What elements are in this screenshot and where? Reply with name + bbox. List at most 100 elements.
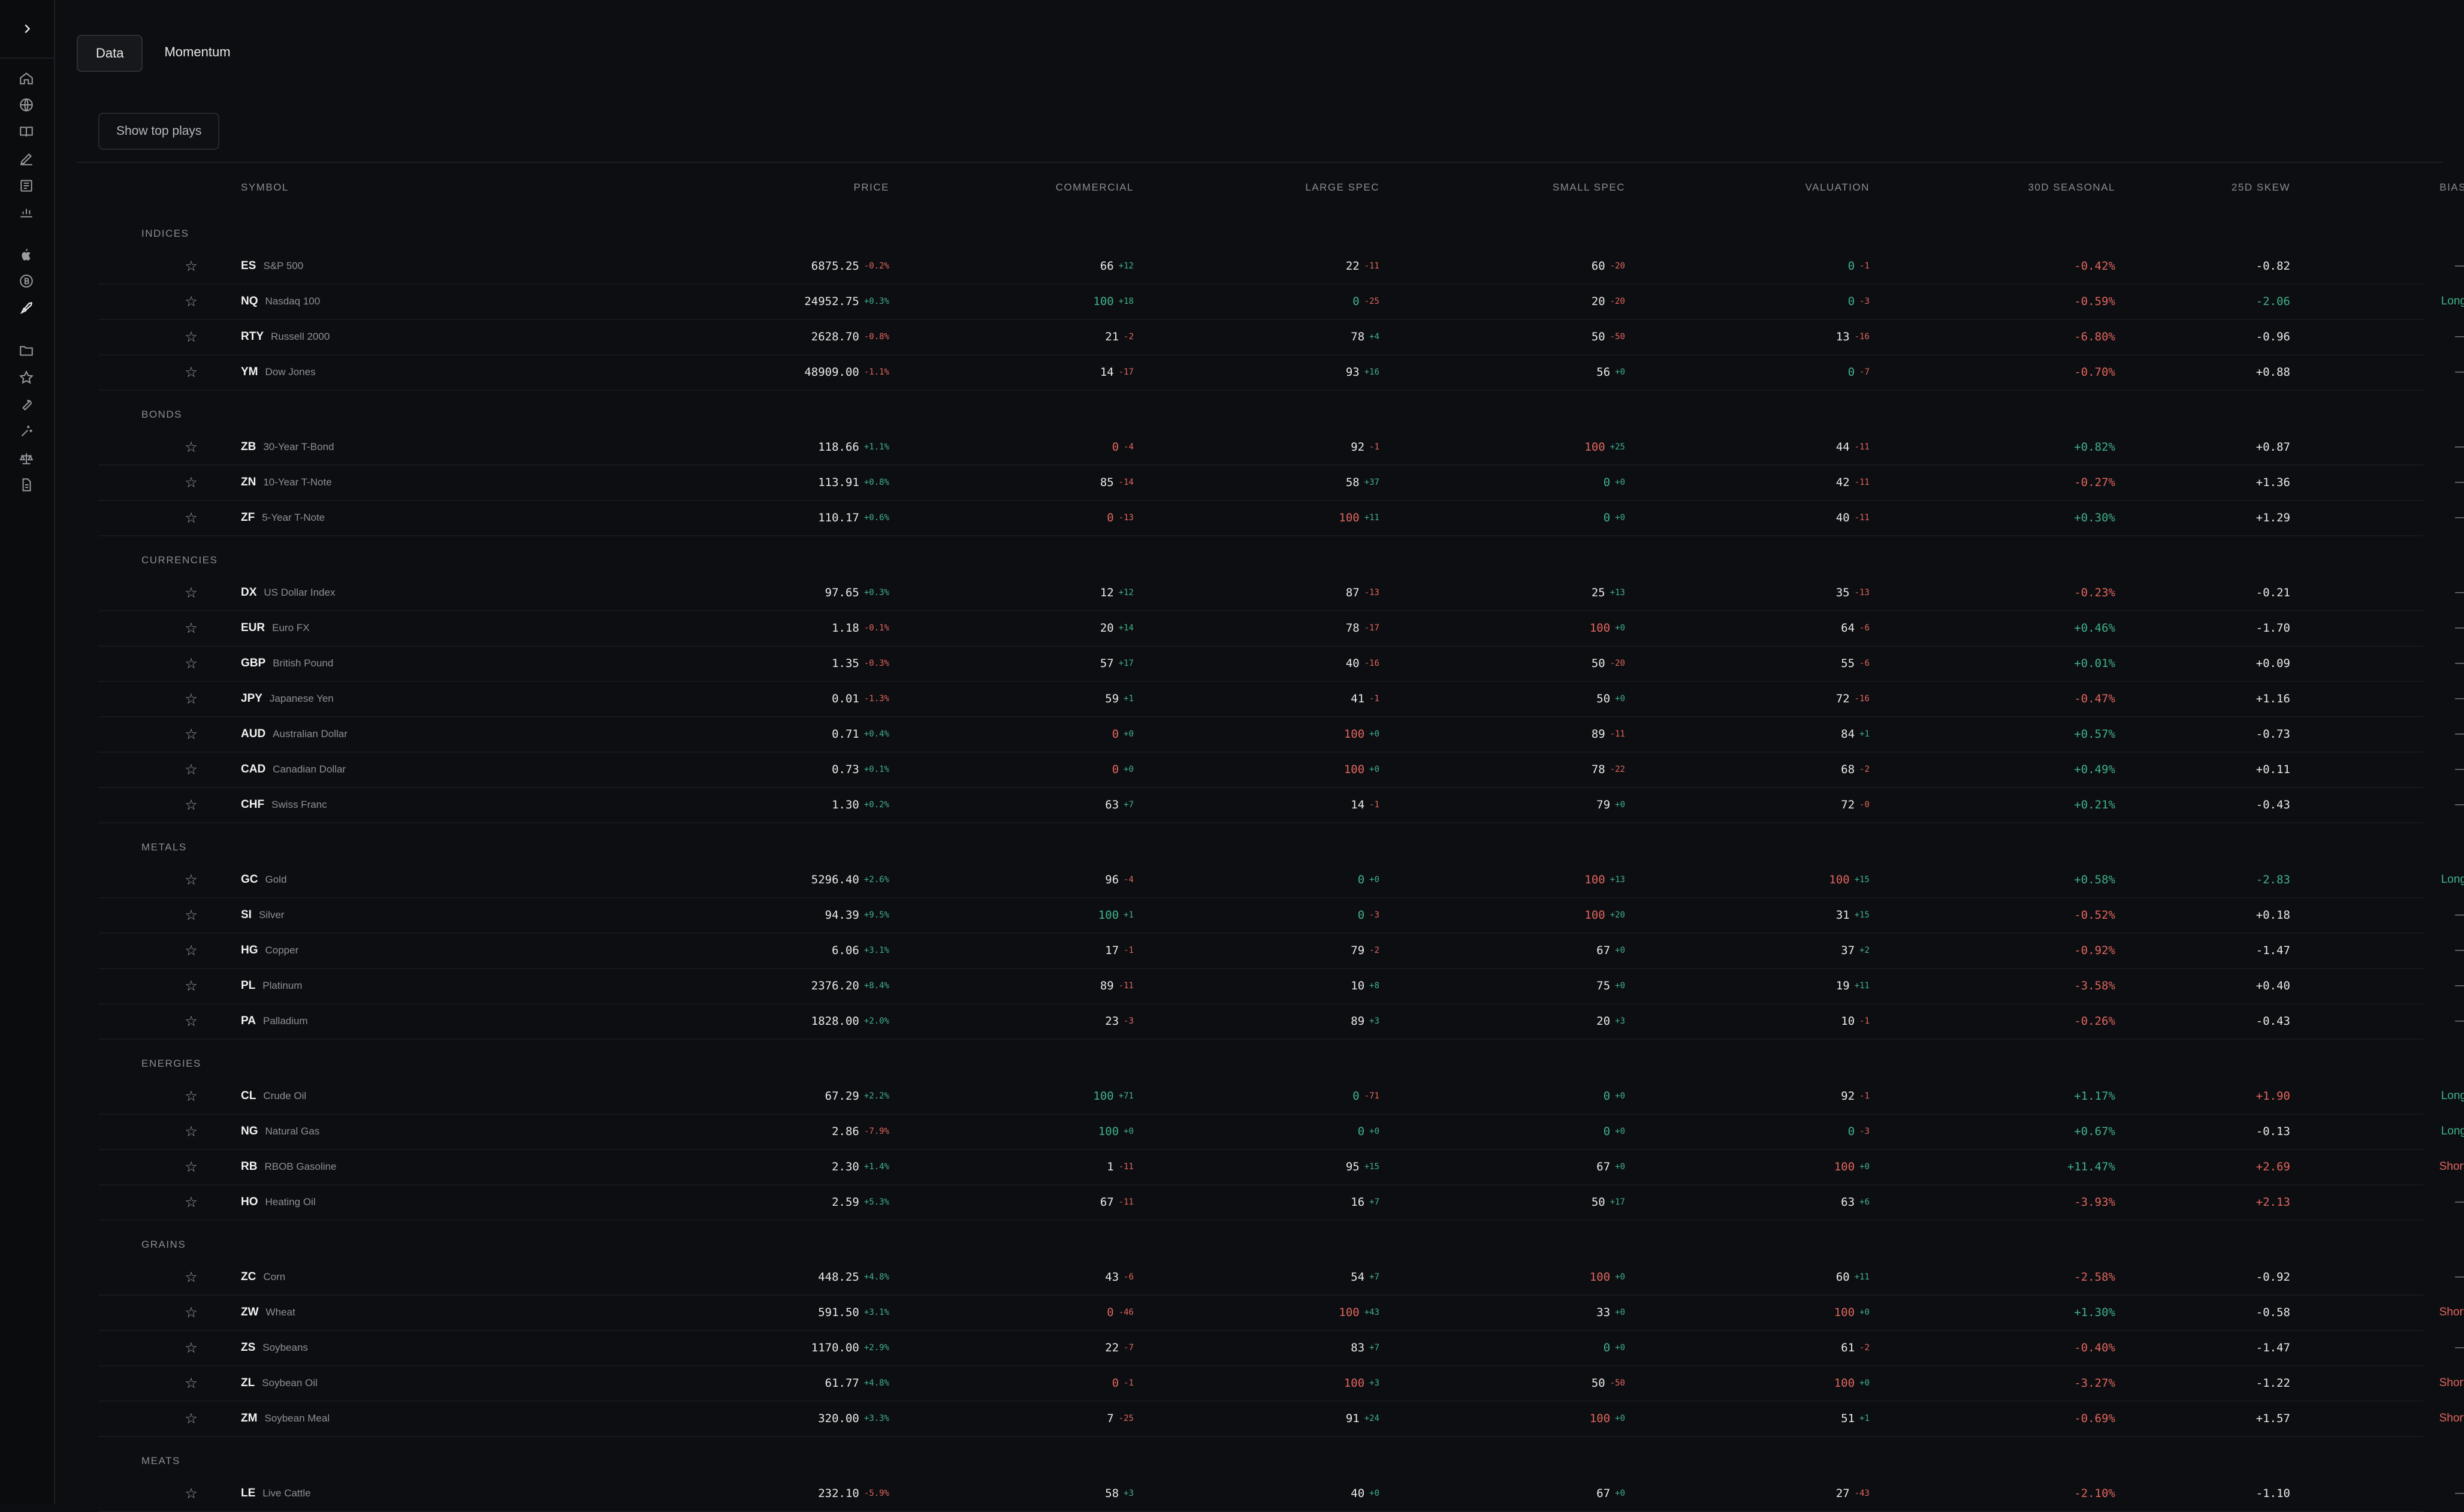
table-row[interactable]: ☆ EUR Euro FX 1.18 -0.1% 20 +14 78 -17 100 +0 64 -6 +… bbox=[98, 610, 2464, 647]
star-icon[interactable]: ☆ bbox=[182, 1078, 200, 1113]
skew-cell: +0.18 bbox=[2255, 908, 2290, 922]
pen-icon[interactable] bbox=[16, 149, 37, 169]
folder-icon[interactable] bbox=[16, 340, 37, 361]
tab-momentum[interactable]: Momentum bbox=[146, 35, 248, 70]
table-row[interactable]: ☆ ZL Soybean Oil 61.77 +4.8% 0 -1 100 +3 50 -50 100… bbox=[98, 1365, 2464, 1402]
table-row[interactable]: ☆ CHF Swiss Franc 1.30 +0.2% 63 +7 14 -1 79 +0 72 -0… bbox=[98, 787, 2464, 823]
tab-data[interactable]: Data bbox=[77, 35, 143, 72]
star-icon[interactable]: ☆ bbox=[182, 575, 200, 610]
star-icon[interactable]: ☆ bbox=[182, 1113, 200, 1149]
star-icon[interactable]: ☆ bbox=[182, 248, 200, 283]
star-icon[interactable]: ☆ bbox=[182, 897, 200, 932]
star-icon[interactable]: ☆ bbox=[182, 500, 200, 535]
star-icon[interactable]: ☆ bbox=[182, 1003, 200, 1039]
table-row[interactable]: ☆ PL Platinum 2376.20 +8.4% 89 -11 10 +8 75 +0 19 +1… bbox=[98, 968, 2464, 1004]
book-icon[interactable] bbox=[16, 122, 37, 142]
star-icon[interactable]: ☆ bbox=[182, 1475, 200, 1511]
seasonal-cell: -3.58% bbox=[2074, 979, 2115, 992]
star-icon[interactable]: ☆ bbox=[182, 1330, 200, 1365]
table-row[interactable]: ☆ PA Palladium 1828.00 +2.0% 23 -3 89 +3 20 +3 10 -1… bbox=[98, 1003, 2464, 1040]
table-row[interactable]: ☆ NQ Nasdaq 100 24952.75 +0.3% 100 +18 0 -25 20 -2… bbox=[98, 283, 2464, 320]
table-row[interactable]: ☆ ZN 10-Year T-Note 113.91 +0.8% 85 -14 58 +37 0 +… bbox=[98, 464, 2464, 501]
star-icon[interactable]: ☆ bbox=[182, 1294, 200, 1330]
column-header-skew[interactable]: 25D SKEW bbox=[2136, 179, 2290, 197]
apple-icon[interactable] bbox=[16, 245, 37, 265]
table-row[interactable]: ☆ DX US Dollar Index 97.65 +0.3% 12 +12 87 -13 25… bbox=[98, 575, 2464, 611]
table-row[interactable]: ☆ ZM Soybean Meal 320.00 +3.3% 7 -25 91 +24 100 +0… bbox=[98, 1401, 2464, 1437]
valuation-change: -11 bbox=[1854, 442, 1870, 452]
sparkles-icon[interactable] bbox=[16, 421, 37, 442]
star-icon[interactable]: ☆ bbox=[182, 283, 200, 319]
star-icon[interactable]: ☆ bbox=[182, 716, 200, 752]
large-spec-change: +0 bbox=[1369, 764, 1379, 774]
star-icon[interactable]: ☆ bbox=[182, 354, 200, 390]
table-row[interactable]: ☆ ZS Soybeans 1170.00 +2.9% 22 -7 83 +7 0 +0 61 -2 -0… bbox=[98, 1330, 2464, 1366]
bar-chart-icon[interactable] bbox=[16, 201, 37, 222]
table-row[interactable]: ☆ YM Dow Jones 48909.00 -1.1% 14 -17 93 +16 56 +0 0… bbox=[98, 354, 2464, 391]
star-icon[interactable]: ☆ bbox=[182, 464, 200, 500]
table-row[interactable]: ☆ ZW Wheat 591.50 +3.1% 0 -46 100 +43 33 +0 100 +0 +1… bbox=[98, 1294, 2464, 1331]
wrench-icon[interactable] bbox=[16, 394, 37, 415]
symbol-name: Natural Gas bbox=[265, 1125, 320, 1137]
star-icon[interactable] bbox=[16, 367, 37, 388]
column-header-valuation[interactable]: VALUATION bbox=[1673, 179, 1870, 197]
table-row[interactable]: ☆ CL Crude Oil 67.29 +2.2% 100 +71 0 -71 0 +0 92 -1 +… bbox=[98, 1078, 2464, 1115]
document-icon[interactable] bbox=[16, 475, 37, 495]
star-icon[interactable]: ☆ bbox=[182, 1149, 200, 1184]
large-spec-value: 83 bbox=[1351, 1341, 1365, 1354]
bitcoin-icon[interactable] bbox=[16, 271, 37, 291]
star-icon[interactable]: ☆ bbox=[182, 752, 200, 787]
header-divider bbox=[77, 162, 2442, 163]
table-row[interactable]: ☆ AUD Australian Dollar 0.71 +0.4% 0 +0 100 +0 89… bbox=[98, 716, 2464, 753]
star-icon[interactable]: ☆ bbox=[182, 681, 200, 716]
star-icon[interactable]: ☆ bbox=[182, 645, 200, 681]
table-row[interactable]: ☆ ES S&P 500 6875.25 -0.2% 66 +12 22 -11 60 -20 0 -1… bbox=[98, 248, 2464, 285]
sidebar-toggle-button[interactable] bbox=[0, 0, 54, 59]
star-icon[interactable]: ☆ bbox=[182, 1259, 200, 1294]
column-header-price[interactable]: PRICE bbox=[697, 179, 889, 197]
valuation-change: +15 bbox=[1854, 874, 1870, 885]
column-header-small-spec[interactable]: SMALL SPEC bbox=[1427, 179, 1625, 197]
rocket-icon[interactable] bbox=[16, 298, 37, 318]
home-icon[interactable] bbox=[16, 68, 37, 89]
star-icon[interactable]: ☆ bbox=[182, 862, 200, 897]
newspaper-icon[interactable] bbox=[16, 176, 37, 196]
price-value: 118.66 bbox=[818, 440, 859, 454]
table-row[interactable]: ☆ ZB 30-Year T-Bond 118.66 +1.1% 0 -4 92 -1 100 +2… bbox=[98, 429, 2464, 466]
column-header-large-spec[interactable]: LARGE SPEC bbox=[1182, 179, 1379, 197]
table-row[interactable]: ☆ RTY Russell 2000 2628.70 -0.8% 21 -2 78 +4 50 -5… bbox=[98, 319, 2464, 355]
show-top-plays-button[interactable]: Show top plays bbox=[98, 113, 220, 150]
column-header-seasonal[interactable]: 30D SEASONAL bbox=[1918, 179, 2115, 197]
star-icon[interactable]: ☆ bbox=[182, 1401, 200, 1436]
symbol-name: Live Cattle bbox=[262, 1487, 311, 1499]
price-change: +2.9% bbox=[863, 1342, 889, 1353]
small-spec-change: +17 bbox=[1610, 1197, 1625, 1207]
star-icon[interactable]: ☆ bbox=[182, 1184, 200, 1220]
table-row[interactable]: ☆ GBP British Pound 1.35 -0.3% 57 +17 40 -16 50 -2… bbox=[98, 645, 2464, 682]
column-header-symbol[interactable]: SYMBOL bbox=[241, 179, 289, 197]
table-row[interactable]: ☆ LE Live Cattle 232.10 -5.9% 58 +3 40 +0 67 +0 27-… bbox=[98, 1475, 2464, 1512]
globe-icon[interactable] bbox=[16, 95, 37, 115]
star-icon[interactable]: ☆ bbox=[182, 968, 200, 1003]
star-icon[interactable]: ☆ bbox=[182, 610, 200, 645]
table-row[interactable]: ☆ RB RBOB Gasoline 2.30 +1.4% 1 -11 95 +15 67 +0 10… bbox=[98, 1149, 2464, 1185]
star-icon[interactable]: ☆ bbox=[182, 932, 200, 968]
table-row[interactable]: ☆ HO Heating Oil 2.59 +5.3% 67 -11 16 +7 50 +17 63 +… bbox=[98, 1184, 2464, 1221]
table-row[interactable]: ☆ CAD Canadian Dollar 0.73 +0.1% 0 +0 100 +0 78 -2… bbox=[98, 752, 2464, 788]
column-header-commercial[interactable]: COMMERCIAL bbox=[937, 179, 1134, 197]
scale-icon[interactable] bbox=[16, 448, 37, 469]
table-row[interactable]: ☆ ZC Corn 448.25 +4.8% 43 -6 54 +7 100 +0 60 +11 -2.5… bbox=[98, 1259, 2464, 1296]
star-icon[interactable]: ☆ bbox=[182, 429, 200, 464]
large-spec-value: 40 bbox=[1351, 1486, 1365, 1500]
star-icon[interactable]: ☆ bbox=[182, 319, 200, 354]
star-icon[interactable]: ☆ bbox=[182, 1365, 200, 1401]
table-row[interactable]: ☆ JPY Japanese Yen 0.01 -1.3% 59 +1 41 -1 50 +0 72-… bbox=[98, 681, 2464, 717]
table-row[interactable]: ☆ NG Natural Gas 2.86 -7.9% 100 +0 0 +0 0 +0 0 -3 +0.… bbox=[98, 1113, 2464, 1150]
table-row[interactable]: ☆ ZF 5-Year T-Note 110.17 +0.6% 0 -13 100 +11 0 +0… bbox=[98, 500, 2464, 536]
symbol-name: Soybean Oil bbox=[262, 1377, 318, 1389]
table-row[interactable]: ☆ GC Gold 5296.40 +2.6% 96 -4 0 +0 100 +13 100 +15 +0… bbox=[98, 862, 2464, 898]
table-row[interactable]: ☆ SI Silver 94.39 +9.5% 100 +1 0 -3 100 +20 31 +15 -0… bbox=[98, 897, 2464, 934]
table-row[interactable]: ☆ HG Copper 6.06 +3.1% 17 -1 79 -2 67 +0 37 +2 -0.92%… bbox=[98, 932, 2464, 969]
star-icon[interactable]: ☆ bbox=[182, 787, 200, 822]
column-header-bias[interactable]: BIAS bbox=[2315, 179, 2464, 197]
